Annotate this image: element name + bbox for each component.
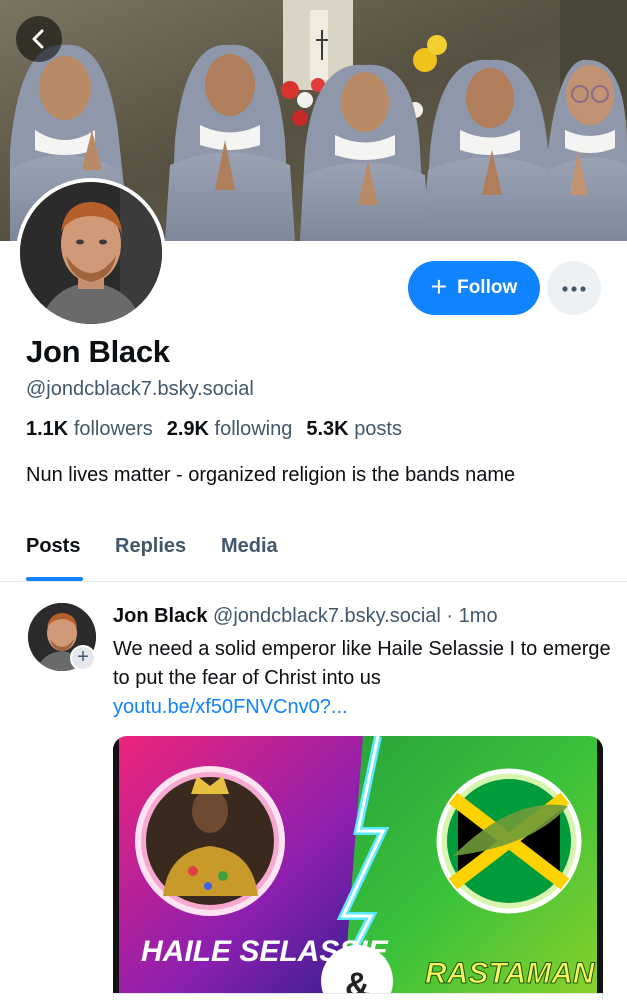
post-author-handle[interactable]: @jondcblack7.bsky.social bbox=[213, 605, 441, 627]
followers-label: followers bbox=[73, 418, 153, 440]
tab-posts[interactable]: Posts bbox=[26, 535, 80, 558]
follow-author-plus-icon[interactable]: + bbox=[70, 645, 96, 671]
followers-count: 1.1K bbox=[26, 418, 69, 440]
avatar-image bbox=[20, 182, 162, 324]
post-header: Jon Black @jondcblack7.bsky.social · 1mo bbox=[113, 605, 498, 628]
post-text: We need a solid emperor like Haile Selas… bbox=[113, 638, 611, 689]
posts-count: 5.3K bbox=[306, 418, 349, 440]
followers-stat[interactable]: 1.1K followers bbox=[26, 418, 153, 441]
back-button[interactable] bbox=[16, 16, 62, 62]
follow-button[interactable]: + Follow bbox=[408, 261, 540, 315]
profile-avatar[interactable] bbox=[16, 178, 166, 328]
post-media-thumbnail[interactable]: HAILE SELASSIE & RASTAMAN bbox=[113, 736, 603, 1000]
display-name: Jon Black bbox=[26, 334, 170, 369]
posts-label: posts bbox=[354, 418, 402, 440]
profile-stats: 1.1K followers 2.9K following 5.3K posts bbox=[26, 418, 402, 441]
post-body: We need a solid emperor like Haile Selas… bbox=[113, 635, 613, 722]
profile-bio: Nun lives matter - organized religion is… bbox=[26, 464, 516, 486]
post-separator: · bbox=[446, 605, 454, 627]
post-author-name[interactable]: Jon Black bbox=[113, 605, 207, 627]
post-link[interactable]: youtu.be/xf50FNVCnv0?... bbox=[113, 696, 348, 718]
ellipsis-icon bbox=[562, 279, 586, 297]
posts-stat: 5.3K posts bbox=[306, 418, 402, 441]
following-stat[interactable]: 2.9K following bbox=[167, 418, 293, 441]
chevron-left-icon bbox=[28, 28, 50, 50]
active-tab-indicator bbox=[26, 577, 83, 581]
profile-handle: @jondcblack7.bsky.social bbox=[26, 378, 254, 400]
more-options-button[interactable] bbox=[547, 261, 601, 315]
following-label: following bbox=[214, 418, 293, 440]
following-count: 2.9K bbox=[166, 418, 209, 440]
post-timestamp[interactable]: 1mo bbox=[459, 605, 498, 627]
profile-tabs: Posts Replies Media bbox=[0, 520, 627, 582]
tab-media[interactable]: Media bbox=[221, 535, 278, 558]
media-right-caption: RASTAMAN bbox=[425, 957, 596, 990]
plus-icon: + bbox=[430, 271, 448, 302]
post-media-footer bbox=[113, 993, 603, 1000]
tab-replies[interactable]: Replies bbox=[115, 535, 186, 558]
follow-label: Follow bbox=[457, 277, 518, 298]
